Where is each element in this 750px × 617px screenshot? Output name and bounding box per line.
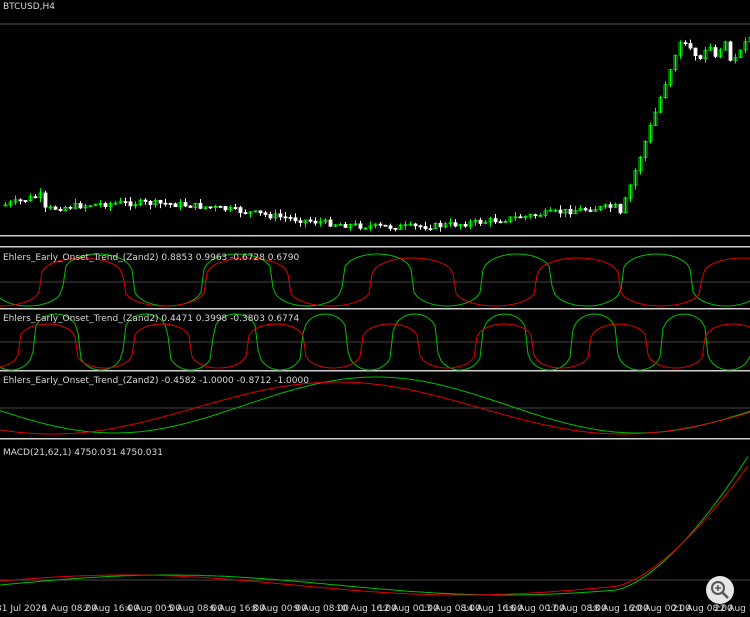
candle-body	[18, 199, 23, 202]
candle-body	[313, 220, 318, 224]
candle-body	[533, 214, 538, 217]
candle-body	[53, 206, 58, 210]
candle-body	[23, 200, 28, 202]
candle-body	[223, 206, 228, 211]
candle-body	[183, 202, 188, 207]
macd-label: MACD(21,62,1) 4750.031 4750.031	[3, 448, 163, 458]
candle-body	[688, 43, 693, 49]
candle-body	[188, 205, 193, 208]
candle-body	[358, 223, 363, 229]
candle-body	[123, 201, 128, 204]
chart-canvas[interactable]	[0, 0, 750, 617]
macd-main-line	[0, 456, 749, 596]
candle-body	[393, 227, 398, 230]
candle-body	[258, 210, 263, 214]
candle-body	[173, 203, 178, 208]
candle-body	[618, 203, 623, 214]
candle-body	[243, 212, 248, 215]
candle-body	[208, 206, 213, 209]
candle-body	[58, 208, 63, 211]
candle-body	[478, 219, 483, 224]
candle-body	[218, 205, 223, 208]
candle-body	[588, 209, 593, 212]
candle-body	[78, 203, 83, 209]
indicator-2-label: Ehlers_Early_Onset_Trend_(Zand2) 0.4471 …	[3, 314, 300, 324]
candle-body	[283, 216, 288, 219]
candle-body	[378, 223, 383, 226]
pane-separator	[0, 235, 750, 237]
candle-body	[583, 208, 588, 211]
candle-body	[518, 216, 523, 219]
candle-body	[288, 216, 293, 219]
macd-signal-line	[0, 465, 749, 596]
pane-separator	[0, 246, 750, 248]
candle-body	[328, 219, 333, 227]
candle-body	[413, 223, 418, 227]
candle-body	[298, 220, 303, 223]
candle-body	[158, 199, 163, 204]
candle-body	[383, 224, 388, 227]
candle-body	[293, 217, 298, 222]
candle-body	[683, 42, 688, 45]
time-axis: 31 Jul 2026 1 Aug 08:00 2 Aug 16:00 4 Aug 0…	[0, 600, 750, 617]
candle-body	[43, 192, 48, 208]
candle-body	[558, 209, 563, 214]
candle-body	[728, 41, 733, 61]
candle-body	[278, 213, 283, 218]
candle-body	[198, 202, 203, 209]
candle-body	[233, 207, 238, 209]
candle-body	[453, 222, 458, 227]
zoom-in-button[interactable]	[706, 576, 734, 604]
indicator-1-label: Ehlers_Early_Onset_Trend_(Zand2) 0.8853 …	[3, 253, 300, 263]
chart-window[interactable]: BTCUSD,H4 Ehlers_Early_Onset_Trend_(Zand…	[0, 0, 750, 617]
candle-body	[463, 223, 468, 227]
candle-body	[608, 204, 613, 208]
candle-body	[103, 203, 108, 207]
candle-body	[713, 47, 718, 57]
candle-body	[418, 225, 423, 228]
indicator-2-line-b	[0, 323, 750, 369]
candle-body	[388, 225, 393, 229]
time-label: 22 Aug 16:00	[714, 604, 750, 614]
zoom-in-icon	[711, 581, 729, 599]
candle-body	[148, 200, 153, 205]
candle-body	[568, 208, 573, 215]
candle-body	[423, 226, 428, 230]
candle-body	[238, 207, 243, 214]
candle-body	[268, 213, 273, 219]
candle-body	[168, 203, 173, 205]
candle-body	[693, 47, 698, 57]
pane-separator	[0, 438, 750, 440]
candle-body	[33, 196, 38, 199]
candle-body	[143, 199, 148, 202]
candle-body	[428, 228, 433, 231]
candle-body	[128, 201, 133, 207]
candle-body	[343, 224, 348, 228]
candle-body	[68, 206, 73, 209]
candle-body	[438, 222, 443, 228]
candle-body	[498, 221, 503, 224]
candle-body	[698, 55, 703, 59]
candle-body	[493, 218, 498, 223]
candle-body	[308, 219, 313, 222]
indicator-3-label: Ehlers_Early_Onset_Trend_(Zand2) -0.4582…	[3, 376, 309, 386]
symbol-label: BTCUSD,H4	[3, 2, 56, 12]
candle-body	[263, 212, 268, 215]
pane-separator	[0, 308, 750, 310]
candle-body	[163, 202, 168, 205]
time-label: 31 Jul 2026	[0, 604, 47, 614]
